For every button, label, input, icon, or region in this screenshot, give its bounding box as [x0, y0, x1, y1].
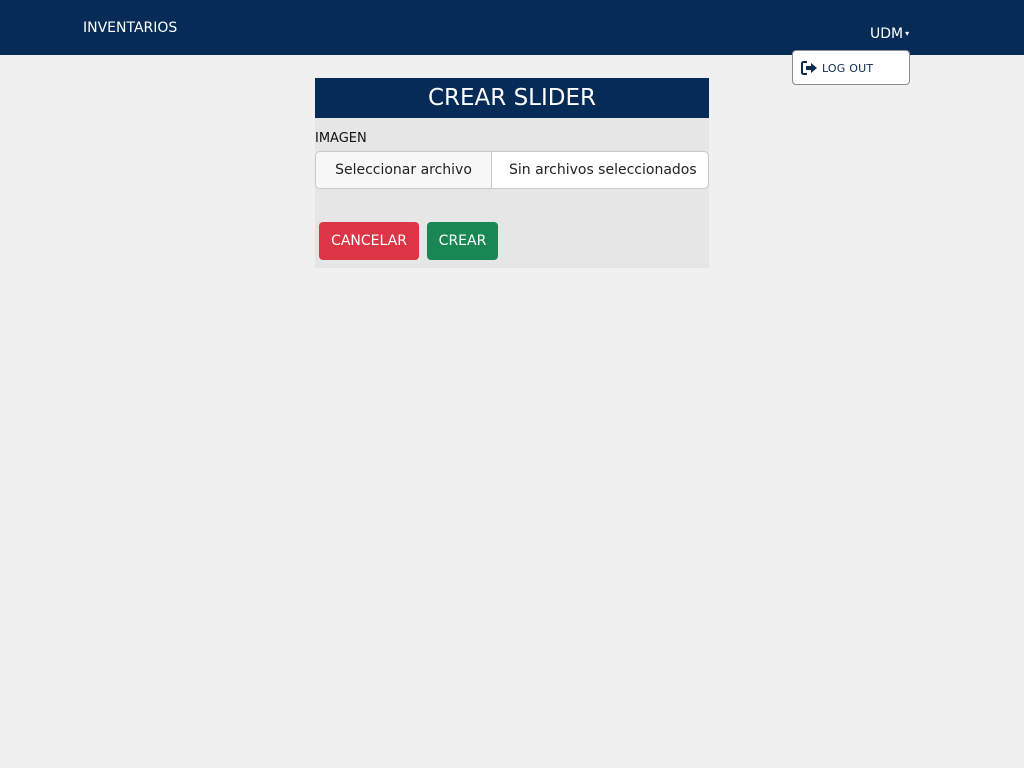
- top-navbar: INVENTARIOS UDM ▾: [0, 0, 1024, 55]
- cancel-button[interactable]: CANCELAR: [319, 222, 419, 260]
- logout-icon: [801, 61, 817, 75]
- file-status-text: Sin archivos seleccionados: [509, 162, 697, 178]
- create-button[interactable]: CREAR: [427, 222, 498, 260]
- logout-menu-item[interactable]: LOG OUT: [801, 60, 873, 76]
- caret-down-icon: ▾: [905, 29, 910, 38]
- user-menu-toggle[interactable]: UDM ▾: [870, 25, 909, 43]
- brand-link[interactable]: INVENTARIOS: [83, 19, 177, 37]
- user-dropdown-menu: LOG OUT: [792, 50, 910, 85]
- choose-file-button[interactable]: Seleccionar archivo: [316, 152, 492, 188]
- user-menu-label: UDM: [870, 26, 904, 42]
- image-field-label: IMAGEN: [315, 131, 367, 146]
- image-file-input[interactable]: Seleccionar archivo Sin archivos selecci…: [315, 151, 709, 189]
- slider-form: IMAGEN Seleccionar archivo Sin archivos …: [315, 118, 709, 268]
- logout-label: LOG OUT: [822, 61, 874, 75]
- page-title: CREAR SLIDER: [315, 78, 709, 118]
